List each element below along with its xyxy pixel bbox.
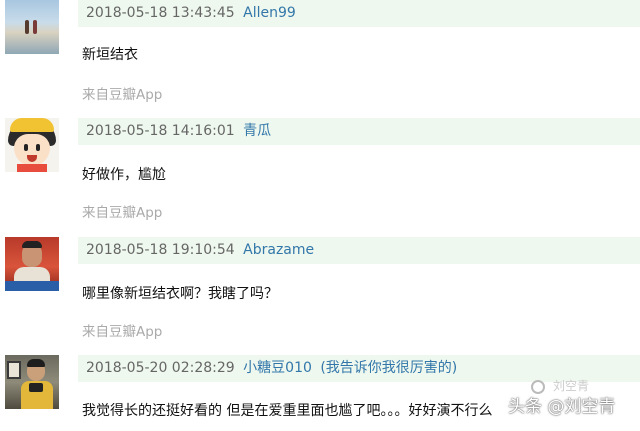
avatar[interactable] [5,118,59,172]
avatar[interactable] [5,0,59,54]
hair-shape [22,241,42,248]
shirt-shape [17,164,47,172]
photo-frame-shape [7,361,21,379]
strip-shape [5,281,59,291]
comment-text: 好做作，尴尬 [82,167,166,183]
comment-time: 2018-05-20 02:28:29 [86,360,235,376]
avatar[interactable] [5,355,59,409]
figure-shape [25,20,29,34]
comment-time: 2018-05-18 13:43:45 [86,5,235,21]
hair-shape [27,359,45,367]
user-signature: (我告诉你我很厉害的) [320,360,458,376]
figure-shape [33,20,37,34]
camera-shape [29,383,43,392]
comment-source: 来自豆瓣App [82,205,163,221]
comment-source: 来自豆瓣App [82,324,163,340]
eye-shape [24,144,28,151]
hat-shape [10,118,54,132]
username-link[interactable]: Abrazame [243,242,314,258]
comment-meta-bar: 2018-05-18 19:10:54 Abrazame [78,237,640,264]
comment-text: 哪里像新垣结衣啊？我瞎了吗？ [82,286,278,302]
comment-time: 2018-05-18 19:10:54 [86,242,235,258]
comment-meta-bar: 2018-05-18 14:16:01 青瓜 [78,118,640,145]
username-link[interactable]: 小糖豆010 [243,360,312,376]
comment-text: 我觉得长的还挺好看的 但是在爱重里面也尴了吧。。。好好演不行么 [82,403,493,419]
username-link[interactable]: Allen99 [243,5,296,21]
comment-source: 来自豆瓣App [82,87,163,103]
comment-meta-bar: 2018-05-18 13:43:45 Allen99 [78,0,640,27]
username-link[interactable]: 青瓜 [243,123,271,139]
comment-time: 2018-05-18 14:16:01 [86,123,235,139]
eye-shape [36,144,40,151]
comment-text: 新垣结衣 [82,47,138,63]
avatar[interactable] [5,237,59,291]
watermark-text: 头条 @刘空青 [508,397,616,417]
